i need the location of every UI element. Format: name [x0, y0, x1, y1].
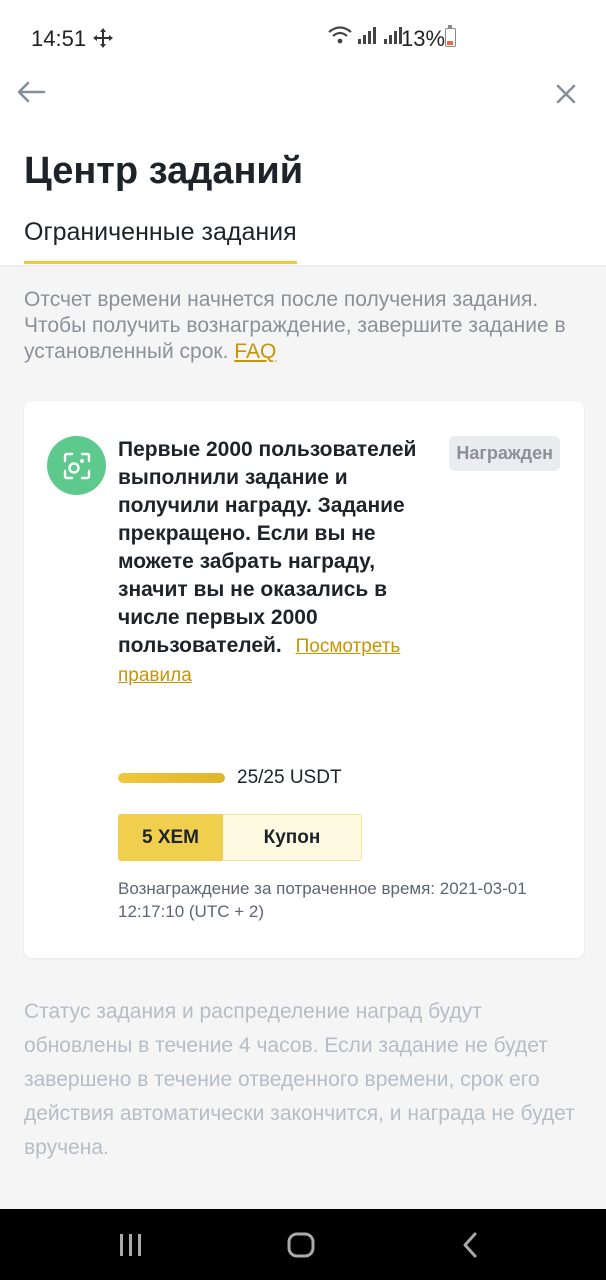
reward-amount: 5 XEM [118, 814, 223, 861]
task-card: Награжден Первые 2000 пользователей выпо… [24, 401, 584, 958]
recent-apps-icon [120, 1234, 141, 1256]
page-header: Центр заданий Ограниченные задания [0, 124, 606, 265]
task-description-text: Первые 2000 пользователей выполнили зада… [118, 438, 417, 657]
battery-percent: 13% [401, 26, 446, 51]
progress-fill [118, 773, 225, 783]
close-button[interactable] [550, 78, 582, 110]
intro-text: Отсчет времени начнется после получения … [24, 287, 584, 365]
cell-signal-icon [357, 25, 379, 50]
system-nav-bar [0, 1209, 606, 1280]
home-button[interactable] [286, 1231, 316, 1264]
wifi-icon [327, 25, 353, 50]
chevron-left-icon [463, 1232, 477, 1258]
progress-bar [118, 773, 225, 783]
intro-body: Отсчет времени начнется после получения … [24, 288, 566, 363]
status-time: 14:51 [31, 26, 87, 51]
reward-type: Купон [223, 814, 362, 861]
top-nav-bar [0, 76, 606, 125]
close-icon [556, 84, 576, 104]
progress-row: 25/25 USDT [118, 767, 342, 789]
scan-icon [63, 452, 90, 479]
progress-label: 25/25 USDT [237, 767, 342, 788]
footer-note: Статус задания и распределение наград бу… [24, 1000, 575, 1159]
system-back-button[interactable] [458, 1231, 482, 1264]
status-bar: 14:51 13% [0, 0, 606, 76]
move-arrows-icon [92, 27, 114, 54]
home-icon [287, 1232, 315, 1258]
battery-icon [445, 25, 456, 47]
tab-limited-tasks[interactable]: Ограниченные задания [24, 218, 297, 264]
task-icon [47, 436, 106, 495]
back-button[interactable] [14, 76, 54, 108]
reward-time: Вознаграждение за потраченное время: 202… [118, 879, 527, 921]
faq-link[interactable]: FAQ [234, 340, 276, 363]
arrow-left-icon [17, 81, 46, 103]
page-title: Центр заданий [24, 150, 304, 192]
signal-icons [327, 25, 405, 50]
recent-apps-button[interactable] [117, 1231, 145, 1264]
reward-row: 5 XEM Купон [118, 814, 362, 861]
status-badge: Награжден [449, 436, 560, 471]
task-description: Первые 2000 пользователей выполнили зада… [118, 436, 418, 690]
